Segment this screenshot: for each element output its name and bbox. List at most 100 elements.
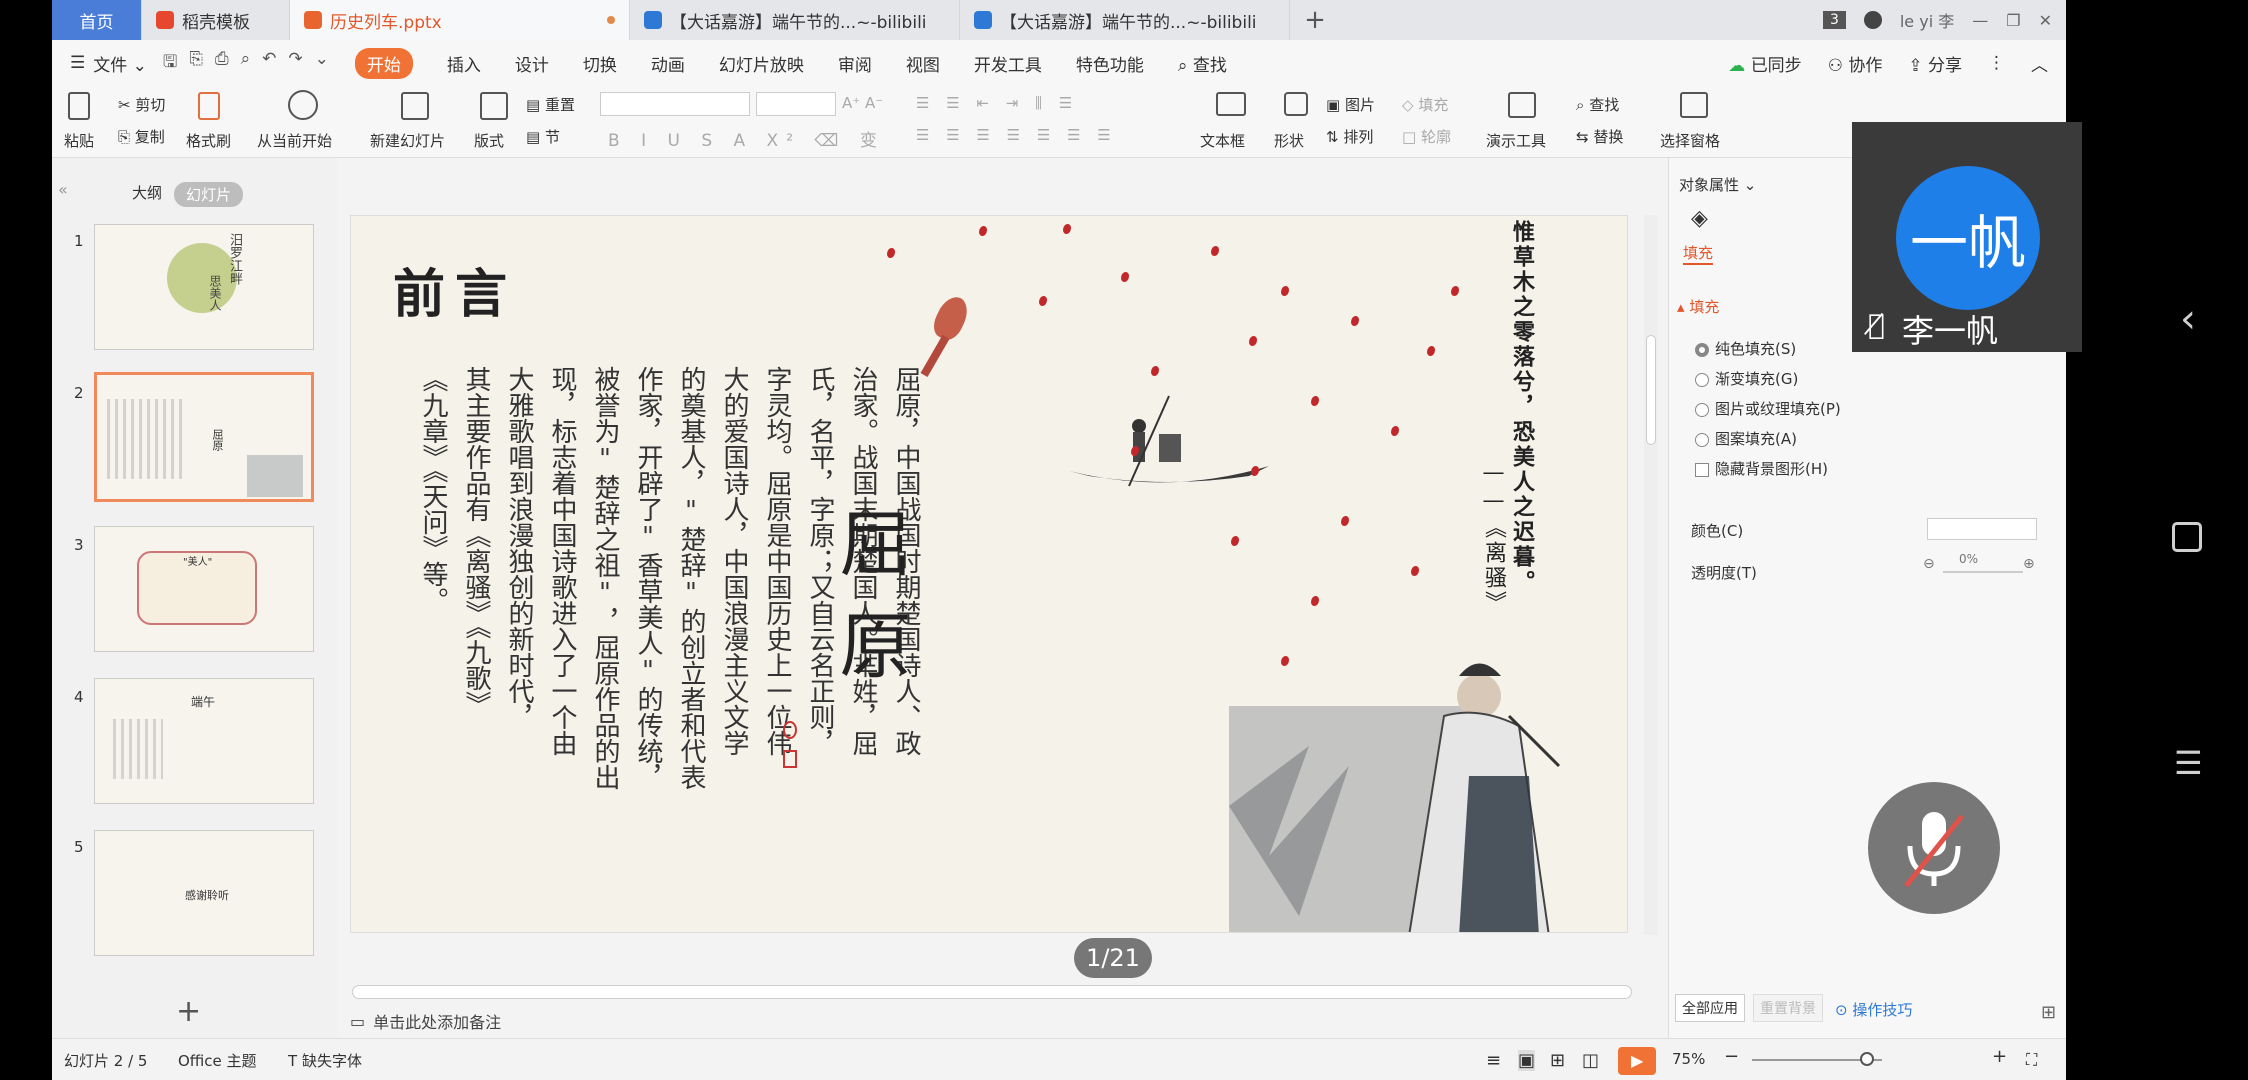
sync-status[interactable]: ☁ 已同步 <box>1728 51 1801 76</box>
menu-design[interactable]: 设计 <box>515 51 549 76</box>
notes-area[interactable]: ▭ 单击此处添加备注 <box>336 1004 1636 1038</box>
window-count-badge[interactable]: 3 <box>1822 11 1846 29</box>
share-button[interactable]: ⇪ 分享 <box>1908 51 1962 76</box>
format-painter-button[interactable]: 格式刷 <box>186 130 231 151</box>
font-name-select[interactable] <box>600 92 750 116</box>
select-pane-button[interactable]: 选择窗格 <box>1660 130 1720 151</box>
present-tools-button[interactable]: 演示工具 <box>1486 130 1546 151</box>
video-call-tile[interactable]: 一帆 🎙̸ 李一帆 <box>1852 122 2082 352</box>
body-column-12[interactable]: 《九章》《天问》等。 <box>417 366 451 613</box>
tips-link[interactable]: ⊙ 操作技巧 <box>1835 999 1912 1020</box>
menu-features[interactable]: 特色功能 <box>1076 51 1144 76</box>
slide-thumbnail-5[interactable]: 感谢聆听 <box>94 830 314 956</box>
save-icon[interactable]: 🖫 <box>163 49 177 78</box>
scrollbar-thumb[interactable] <box>1646 335 1656 445</box>
floating-mute-button[interactable] <box>1868 782 2000 914</box>
add-slide-icon[interactable]: + <box>176 994 201 1029</box>
font-size-buttons[interactable]: A⁺ A⁻ <box>842 94 883 112</box>
body-column-8[interactable]: 被誉为"楚辞之祖"，屈原作品的出 <box>589 366 623 790</box>
zoom-slider-handle[interactable] <box>1860 1052 1874 1066</box>
tab-bilibili-2[interactable]: 【大话嘉游】端午节的...~-bilibili <box>960 0 1290 40</box>
slide-thumbnail-1[interactable]: 汨罗江畔 思美人 <box>94 224 314 350</box>
text-format-buttons[interactable]: B I U S A X² ⌫ 变 <box>608 126 885 151</box>
poem-line[interactable]: 惟草木之零落兮，恐美人之迟暮。 <box>1506 220 1538 595</box>
menu-transition[interactable]: 切换 <box>583 51 617 76</box>
body-column-11[interactable]: 其主要作品有《离骚》《九歌》 <box>460 366 494 717</box>
minimize-icon[interactable]: — <box>1972 11 1988 30</box>
transparency-minus-button[interactable]: ⊖ <box>1923 556 1935 572</box>
fit-window-icon[interactable]: ⛶ <box>2026 1050 2037 1070</box>
body-column-4[interactable]: 字灵均。屈原是中国历史上一位伟 <box>761 366 795 756</box>
user-name[interactable]: le yi 李 <box>1900 8 1954 32</box>
collaborate-button[interactable]: ⚇ 协作 <box>1828 51 1883 76</box>
tab-pptx-document[interactable]: 历史列车.pptx <box>290 0 630 40</box>
slide-name-text[interactable]: 屈原 <box>819 506 919 710</box>
arrange-button[interactable]: ⇅ 排列 <box>1326 126 1373 147</box>
recents-nav-icon[interactable]: ☰ <box>2174 744 2203 782</box>
poem-source[interactable]: ——《离骚》 <box>1477 460 1509 616</box>
close-icon[interactable]: ✕ <box>2039 11 2052 30</box>
layout-button[interactable]: 版式 <box>474 130 504 151</box>
theme-name[interactable]: Office 主题 <box>178 1050 257 1071</box>
zoom-in-button[interactable]: + <box>1992 1046 2007 1067</box>
missing-font-button[interactable]: T 缺失字体 <box>288 1050 362 1071</box>
customize-quick-access-icon[interactable]: ⌄ <box>315 49 329 78</box>
reset-button[interactable]: ▤ 重置 <box>526 94 575 115</box>
outline-button[interactable]: □ 轮廓 <box>1402 126 1451 147</box>
font-size-select[interactable] <box>756 92 836 116</box>
fill-button[interactable]: ◇ 填充 <box>1402 94 1448 115</box>
menu-review[interactable]: 审阅 <box>838 51 872 76</box>
print-preview-icon[interactable]: ⌕ <box>241 49 251 78</box>
body-column-7[interactable]: 作家，开辟了"香草美人"的传统， <box>632 366 666 790</box>
zoom-out-button[interactable]: − <box>1724 1046 1739 1067</box>
back-nav-icon[interactable]: ‹ <box>2180 296 2196 342</box>
menu-view[interactable]: 视图 <box>906 51 940 76</box>
menu-animation[interactable]: 动画 <box>651 51 685 76</box>
slide-thumbnail-4[interactable]: 端午 <box>94 678 314 804</box>
print-icon[interactable]: ⎙ <box>215 49 229 78</box>
restore-icon[interactable]: ❐ <box>2006 11 2020 30</box>
color-picker-dropdown[interactable] <box>1927 518 2037 540</box>
normal-view-icon[interactable]: ▣ <box>1518 1050 1536 1071</box>
radio-picture-fill[interactable]: 图片或纹理填充(P) <box>1695 398 1841 419</box>
shape-button[interactable]: 形状 <box>1274 130 1304 151</box>
reading-view-icon[interactable]: ◫ <box>1582 1050 1599 1071</box>
redo-icon[interactable]: ↷ <box>288 49 302 78</box>
radio-pattern-fill[interactable]: 图案填充(A) <box>1695 428 1797 449</box>
paste-button[interactable]: 粘贴 <box>64 130 94 151</box>
radio-solid-fill[interactable]: 纯色填充(S) <box>1695 338 1796 359</box>
radio-gradient-fill[interactable]: 渐变填充(G) <box>1695 368 1798 389</box>
home-nav-icon[interactable] <box>2172 522 2202 552</box>
menu-insert[interactable]: 插入 <box>447 51 481 76</box>
new-tab-button[interactable]: + <box>1290 0 1340 40</box>
menu-start[interactable]: 开始 <box>354 47 413 79</box>
export-pdf-icon[interactable]: ⎘ <box>189 49 203 78</box>
user-avatar-icon[interactable] <box>1863 11 1882 29</box>
hamburger-icon[interactable]: ☰ <box>70 53 85 73</box>
more-icon[interactable]: ⋮ <box>1988 53 2005 73</box>
zoom-level[interactable]: 75% <box>1672 1050 1705 1068</box>
cut-button[interactable]: ✂ 剪切 <box>118 94 165 115</box>
list-buttons[interactable]: ☰ ☰ ⇤ ⇥ ⫼ ☰ <box>916 94 1078 112</box>
body-column-10[interactable]: 大雅歌唱到浪漫独创的新时代， <box>503 366 537 730</box>
apply-all-button[interactable]: 全部应用 <box>1675 994 1745 1022</box>
menu-search[interactable]: ⌕ 查找 <box>1178 51 1227 76</box>
transparency-plus-button[interactable]: ⊕ <box>2023 556 2035 572</box>
slide-thumbnail-2[interactable]: 屈原 <box>94 372 314 502</box>
fill-section-header[interactable]: ▴ 填充 <box>1677 296 1719 317</box>
tab-fill[interactable]: 填充 <box>1683 242 1714 265</box>
reset-background-button[interactable]: 重置背景 <box>1753 994 1823 1022</box>
notes-toggle-icon[interactable]: ≡ <box>1486 1050 1501 1071</box>
copy-button[interactable]: ⎘ 复制 <box>118 126 165 147</box>
tab-home[interactable]: 首页 <box>52 0 142 40</box>
collapse-panel-icon[interactable]: « <box>58 180 68 199</box>
new-slide-button[interactable]: 新建幻灯片 <box>370 130 445 151</box>
tab-bilibili-1[interactable]: 【大话嘉游】端午节的...~-bilibili <box>630 0 960 40</box>
properties-header[interactable]: 对象属性 ⌄ <box>1679 174 1756 195</box>
find-button[interactable]: ⌕ 查找 <box>1576 94 1619 115</box>
menu-slideshow[interactable]: 幻灯片放映 <box>719 51 804 76</box>
sorter-view-icon[interactable]: ⊞ <box>1550 1050 1565 1071</box>
transparency-slider[interactable] <box>1943 571 2023 573</box>
body-column-9[interactable]: 现，标志着中国诗歌进入了一个由 <box>546 366 580 756</box>
align-buttons[interactable]: ☰ ☰ ☰ ☰ ☰ ☰ ☰ <box>916 126 1117 144</box>
